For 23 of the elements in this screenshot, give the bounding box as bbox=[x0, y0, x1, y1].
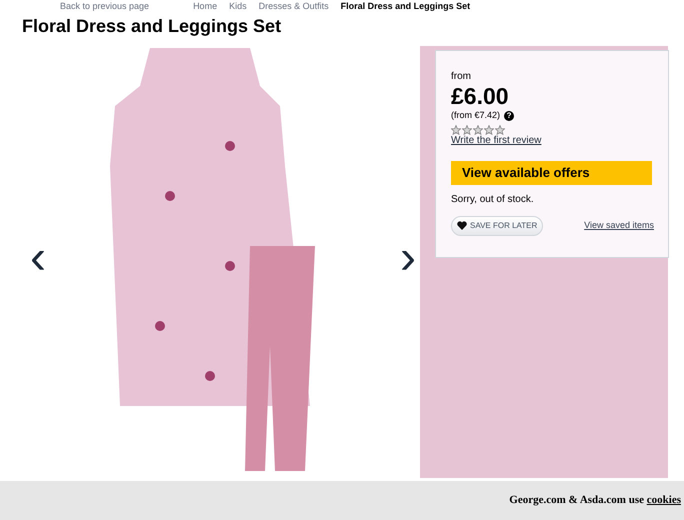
star-icon bbox=[484, 124, 494, 134]
breadcrumb-link[interactable]: Home bbox=[193, 2, 218, 10]
price: £6.00 bbox=[451, 83, 510, 109]
star-icon bbox=[451, 124, 461, 134]
cookie-notice: George.com & Asda.com use cookies bbox=[509, 493, 681, 508]
cookies-link[interactable]: cookies bbox=[646, 494, 681, 506]
back-link[interactable]: Back to previous page bbox=[60, 2, 150, 10]
breadcrumb-link[interactable]: Kids bbox=[229, 2, 247, 10]
star-icon bbox=[473, 124, 483, 134]
star-icon bbox=[495, 124, 505, 134]
euro-price: (from €7.42) bbox=[451, 109, 500, 122]
write-review-link[interactable]: Write the first review bbox=[451, 134, 653, 146]
save-for-later-button[interactable]: SAVE FOR LATER bbox=[451, 216, 544, 236]
view-saved-link[interactable]: View saved items bbox=[584, 219, 654, 232]
help-icon[interactable]: ? bbox=[504, 110, 514, 121]
breadcrumb-link[interactable]: Dresses & Outfits bbox=[258, 2, 329, 10]
from-label: from bbox=[451, 71, 472, 83]
stock-status: Sorry, out of stock. bbox=[451, 192, 535, 207]
heart-icon bbox=[457, 221, 467, 230]
star-icon bbox=[462, 124, 472, 134]
page-title: Floral Dress and Leggings Set bbox=[22, 15, 282, 38]
view-offers-button[interactable]: View available offers bbox=[451, 160, 652, 184]
breadcrumb-current: Floral Dress and Leggings Set bbox=[340, 2, 470, 10]
